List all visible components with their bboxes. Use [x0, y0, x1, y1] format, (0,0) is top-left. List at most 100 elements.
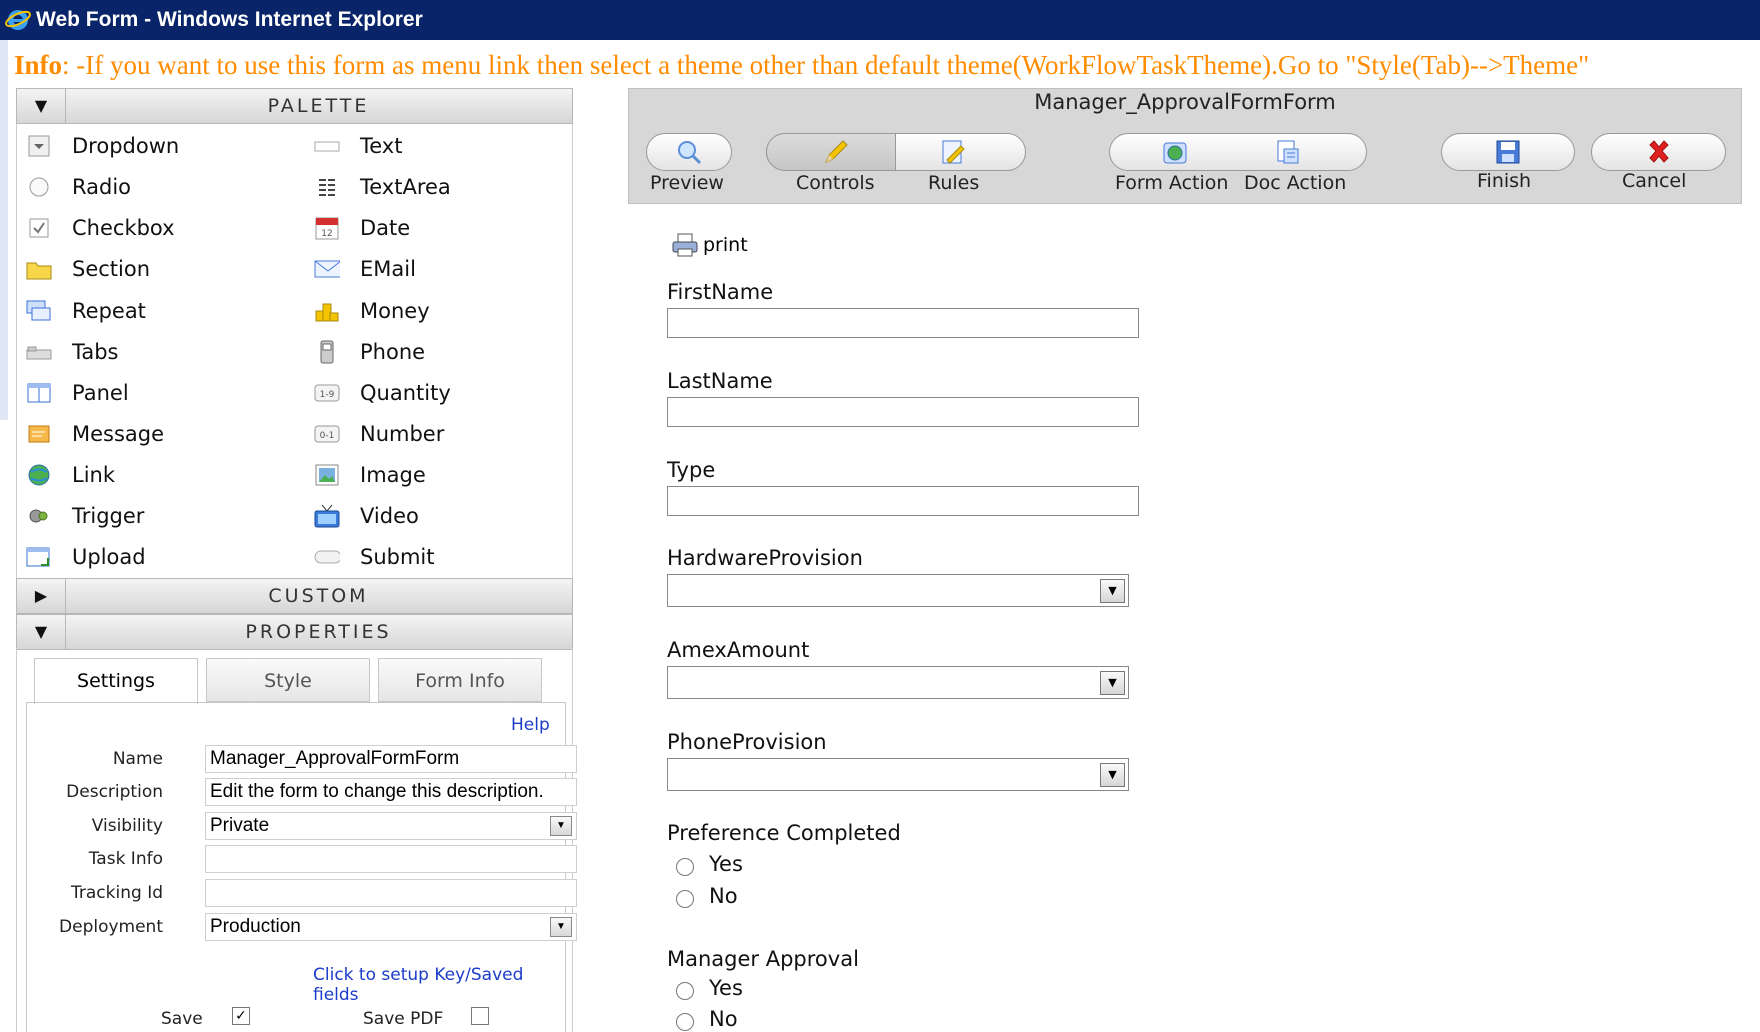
manager-approval-no-radio[interactable] [676, 1013, 694, 1031]
firstname-input[interactable] [667, 308, 1139, 338]
palette-item-label: Trigger [72, 504, 145, 528]
doc-action-label: Doc Action [1244, 172, 1347, 194]
red-x-icon [1644, 137, 1674, 167]
collapse-arrow-icon[interactable]: ▼ [17, 89, 66, 123]
palette-item-upload[interactable]: Upload [26, 540, 146, 574]
palette-item-date[interactable]: 12 Date [314, 211, 410, 245]
palette-item-quantity[interactable]: 1-9 Quantity [314, 376, 451, 410]
hardwareprovision-select[interactable]: ▼ [667, 574, 1129, 607]
palette-item-label: Tabs [72, 340, 119, 364]
save-pdf-checkbox[interactable] [471, 1007, 489, 1025]
type-input[interactable] [667, 486, 1139, 516]
palette-item-label: Phone [360, 340, 426, 364]
window-title: Web Form - Windows Internet Explorer [36, 8, 423, 31]
help-link[interactable]: Help [511, 715, 550, 735]
internet-explorer-icon [5, 10, 31, 30]
palette-item-panel[interactable]: Panel [26, 376, 129, 410]
palette-item-label: Repeat [72, 299, 146, 323]
palette-item-repeat[interactable]: Repeat [26, 294, 146, 328]
palette-item-label: Quantity [360, 381, 451, 405]
palette-item-label: Date [360, 216, 411, 240]
palette-item-dropdown[interactable]: Dropdown [26, 129, 179, 163]
palette-item-tabs[interactable]: Tabs [26, 335, 119, 369]
palette-item-image[interactable]: Image [314, 458, 426, 492]
palette-item-phone[interactable]: Phone [314, 335, 425, 369]
dropdown-arrow-icon[interactable]: ▼ [550, 917, 572, 937]
info-label: Info [14, 50, 63, 80]
palette-item-section[interactable]: Section [26, 252, 150, 286]
preference-completed-no-radio[interactable] [676, 890, 694, 908]
palette-item-trigger[interactable]: Trigger [26, 499, 144, 533]
manager-approval-no-label: No [709, 1007, 738, 1031]
tab-style[interactable]: Style [206, 658, 370, 702]
palette-item-label: Video [360, 504, 419, 528]
lastname-input[interactable] [667, 397, 1139, 427]
custom-header[interactable]: ▶ CUSTOM [16, 578, 573, 614]
save-pdf-label: Save PDF [363, 1009, 444, 1029]
calendar-icon-text: 12 [321, 229, 332, 239]
collapse-arrow-icon[interactable]: ▼ [17, 615, 66, 649]
window-titlebar[interactable]: Web Form - Windows Internet Explorer [0, 0, 1760, 40]
preference-completed-yes-radio[interactable] [676, 858, 694, 876]
globe-icon [1160, 137, 1190, 167]
magnifier-icon [674, 137, 704, 167]
manager-approval-yes-radio[interactable] [676, 982, 694, 1000]
manager-approval-yes-label: Yes [709, 976, 743, 1000]
palette-item-email[interactable]: EMail [314, 252, 416, 286]
number-icon: 0-1 [314, 421, 340, 447]
palette-item-submit[interactable]: Submit [314, 540, 435, 574]
palette-item-label: Submit [360, 545, 435, 569]
palette-item-textarea[interactable]: TextArea [314, 170, 451, 204]
coins-icon [314, 298, 340, 324]
settings-tab-panel: Help Name Manager_ApprovalFormForm Descr… [26, 702, 577, 1032]
palette-item-label: Image [360, 463, 426, 487]
print-link[interactable]: print [671, 232, 748, 258]
visibility-select[interactable]: Private ▼ [205, 812, 577, 840]
deployment-select[interactable]: Production ▼ [205, 913, 577, 941]
palette-item-link[interactable]: Link [26, 458, 115, 492]
palette-item-message[interactable]: Message [26, 417, 164, 451]
deployment-value: Production [210, 916, 301, 937]
description-field[interactable]: Edit the form to change this description… [205, 778, 577, 806]
radio-icon [26, 174, 52, 200]
name-field[interactable]: Manager_ApprovalFormForm [205, 745, 577, 773]
palette-item-label: Checkbox [72, 216, 175, 240]
preference-completed-no-label: No [709, 884, 738, 908]
tracking-id-field[interactable] [205, 879, 577, 907]
upload-icon [26, 544, 52, 570]
dropdown-arrow-icon[interactable]: ▼ [1100, 579, 1125, 603]
palette-item-label: Dropdown [72, 134, 180, 158]
save-label: Save [161, 1009, 203, 1029]
panel-icon [26, 380, 52, 406]
action-button-group[interactable] [1109, 133, 1367, 171]
message-icon [26, 421, 52, 447]
palette-item-video[interactable]: Video [314, 499, 419, 533]
palette-item-text[interactable]: Text [314, 129, 402, 163]
palette-item-number[interactable]: 0-1 Number [314, 417, 444, 451]
palette-item-label: EMail [360, 257, 416, 281]
form-title: Manager_ApprovalFormForm [1034, 90, 1336, 114]
controls-label: Controls [796, 172, 875, 194]
quantity-icon-text: 1-9 [320, 390, 335, 400]
tab-settings[interactable]: Settings [34, 658, 198, 704]
save-checkbox[interactable]: ✓ [232, 1007, 250, 1025]
cancel-label: Cancel [1622, 170, 1687, 192]
palette-header[interactable]: ▼ PALETTE [16, 88, 573, 124]
rules-icon [938, 137, 968, 167]
palette-item-radio[interactable]: Radio [26, 170, 131, 204]
name-label: Name [112, 749, 163, 769]
palette-item-checkbox[interactable]: Checkbox [26, 211, 175, 245]
setup-key-saved-fields-link[interactable]: Click to setup Key/Saved fields [313, 965, 565, 1005]
amexamount-select[interactable]: ▼ [667, 666, 1129, 699]
tab-form-info[interactable]: Form Info [378, 658, 542, 702]
phoneprovision-select[interactable]: ▼ [667, 758, 1129, 791]
dropdown-arrow-icon[interactable]: ▼ [550, 816, 572, 836]
dropdown-arrow-icon[interactable]: ▼ [1100, 671, 1125, 695]
task-info-field[interactable] [205, 845, 577, 873]
expand-arrow-icon[interactable]: ▶ [17, 579, 66, 613]
dropdown-arrow-icon[interactable]: ▼ [1100, 763, 1125, 787]
preference-completed-label: Preference Completed [667, 821, 901, 845]
palette-item-money[interactable]: Money [314, 294, 430, 328]
info-text: : -If you want to use this form as menu … [62, 50, 1590, 80]
properties-header[interactable]: ▼ PROPERTIES [16, 614, 573, 650]
